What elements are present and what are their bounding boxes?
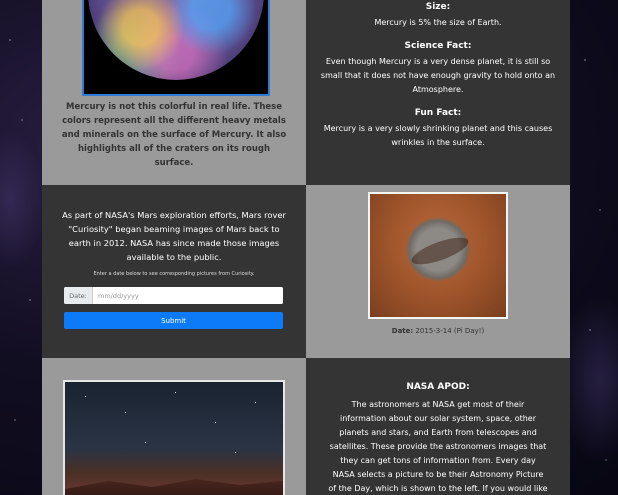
mercury-caption: Mercury is not this colorful in real lif… <box>61 102 287 168</box>
apod-title: NASA APOD: <box>406 382 470 392</box>
submit-button[interactable]: Submit <box>64 312 283 329</box>
mars-photo-date: Date: 2015-3-14 (Pi Day!) <box>306 327 570 335</box>
size-title: Size: <box>425 2 451 12</box>
apod-star <box>255 402 256 403</box>
mercury-image <box>82 0 270 96</box>
apod-star <box>125 412 126 413</box>
mercury-facts-panel: Size: Mercury is 5% the size of Earth. S… <box>306 0 570 185</box>
date-input-group: Date: <box>64 287 283 304</box>
mars-photo-date-label: Date: <box>391 327 414 335</box>
date-field-label: Date: <box>64 287 93 304</box>
apod-mountain-graphic <box>65 479 283 495</box>
apod-star <box>235 452 236 453</box>
apod-text-panel: NASA APOD: The astronomers at NASA get m… <box>306 358 570 495</box>
apod-photo-panel <box>42 358 306 495</box>
date-input[interactable] <box>93 287 283 304</box>
mars-rover-image <box>368 192 508 319</box>
mars-intro-text: As part of NASA's Mars exploration effor… <box>62 210 286 262</box>
apod-star <box>215 422 216 423</box>
mars-rock-graphic <box>408 232 472 270</box>
mars-photo-panel: Date: 2015-3-14 (Pi Day!) <box>306 185 570 358</box>
mars-photo-date-value: 2015-3-14 (Pi Day!) <box>413 327 485 335</box>
mercury-image-panel: Mercury is not this colorful in real lif… <box>42 0 306 185</box>
apod-image <box>63 380 285 495</box>
mars-date-hint: Enter a date below to see corresponding … <box>93 271 255 277</box>
apod-star <box>145 442 146 443</box>
apod-star <box>85 396 86 397</box>
fun-fact-text: Mercury is a very slowly shrinking plane… <box>323 124 553 147</box>
mars-form-panel: As part of NASA's Mars exploration effor… <box>42 185 306 358</box>
apod-star <box>175 392 176 393</box>
science-fact-text: Even though Mercury is a very dense plan… <box>320 57 556 94</box>
content-grid: Mercury is not this colorful in real lif… <box>42 0 570 495</box>
fun-fact-title: Fun Fact: <box>414 108 462 118</box>
apod-description: The astronomers at NASA get most of thei… <box>328 400 548 493</box>
mercury-planet-graphic <box>88 0 264 80</box>
size-text: Mercury is 5% the size of Earth. <box>374 18 502 27</box>
science-fact-title: Science Fact: <box>404 41 472 51</box>
